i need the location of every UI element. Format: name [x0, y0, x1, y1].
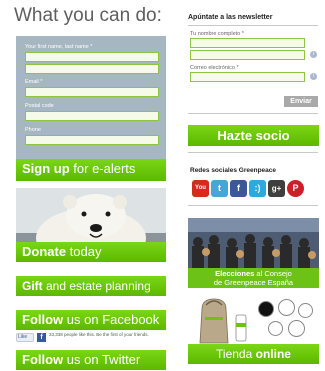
hi5-icon[interactable]: :) — [249, 180, 266, 197]
first-name-field[interactable] — [25, 52, 159, 62]
follow-twitter-rest: us on Twitter — [63, 352, 141, 367]
phone-label: Phone — [25, 127, 41, 133]
full-name-field-1[interactable] — [190, 38, 305, 48]
tienda-bold: online — [255, 347, 291, 361]
newsletter-title: Apúntate a las newsletter — [188, 14, 273, 21]
like-button[interactable]: Like — [16, 333, 34, 342]
follow-facebook-rest: us on Facebook — [63, 312, 160, 327]
tienda-online-button[interactable]: Tienda online — [188, 344, 319, 364]
follow-twitter-bold: Follow — [22, 352, 64, 367]
divider — [188, 25, 318, 26]
email-label: Correo electrónico * — [190, 65, 239, 71]
email-field[interactable] — [190, 72, 305, 82]
follow-facebook-button[interactable]: Follow us on Facebook — [16, 310, 166, 330]
hazte-socio-button[interactable]: Hazte socio — [188, 125, 319, 146]
elecciones-line1: al Consejo — [254, 269, 292, 278]
social-networks-title: Redes sociales Greenpeace — [190, 167, 276, 174]
full-name-field-2[interactable] — [190, 50, 305, 60]
divider — [188, 205, 318, 206]
elecciones-banner[interactable]: Elecciones al Consejo de Greenpeace Espa… — [188, 218, 319, 288]
facebook-like-widget: Like f 33,338 people like this. Be the f… — [16, 331, 166, 344]
follow-twitter-button[interactable]: Follow us on Twitter — [16, 350, 166, 370]
tienda-online-banner[interactable]: Tienda online — [188, 295, 319, 367]
twitter-icon[interactable]: t — [211, 180, 228, 197]
full-name-label: Tu nombre completo * — [190, 31, 244, 37]
google-plus-icon[interactable]: g+ — [268, 180, 285, 197]
submit-button[interactable]: Enviar — [284, 96, 318, 107]
left-column: What you can do: Your first name, last n… — [14, 0, 168, 371]
divider — [188, 152, 318, 153]
signup-rest: for e-alerts — [69, 161, 136, 176]
elecciones-bold: Elecciones — [215, 269, 255, 278]
email-field[interactable] — [25, 87, 159, 97]
right-column: Apúntate a las newsletter Tu nombre comp… — [186, 0, 325, 371]
phone-field[interactable] — [25, 135, 159, 145]
signup-button[interactable]: Sign up for e-alerts — [16, 159, 166, 181]
follow-facebook-bold: Follow — [22, 312, 64, 327]
sticker-badge — [268, 321, 283, 336]
elecciones-line2: de Greenpeace España — [213, 278, 294, 287]
gift-rest: and estate planning — [42, 279, 151, 293]
sticker-badge — [288, 320, 305, 337]
like-button-label: Like — [18, 334, 28, 340]
sticker-badge — [298, 303, 313, 318]
info-icon[interactable]: i — [310, 73, 317, 80]
donate-rest: today — [66, 244, 102, 259]
like-count-text: 33,338 people like this. Be the first of… — [49, 332, 149, 337]
postal-code-label: Postal code — [25, 103, 54, 109]
sticker-badge — [278, 299, 295, 316]
donate-bold: Donate — [22, 244, 67, 259]
section-heading: What you can do: — [14, 5, 162, 26]
pinterest-icon[interactable]: P — [287, 180, 304, 197]
tienda-normal: Tienda — [216, 347, 256, 361]
facebook-icon[interactable]: f — [230, 180, 247, 197]
crowd-photo — [188, 218, 319, 270]
divider — [188, 113, 318, 114]
gift-planning-button[interactable]: Gift and estate planning — [16, 276, 166, 296]
name-label: Your first name, last name * — [25, 44, 93, 50]
email-label: Email * — [25, 79, 43, 85]
gift-bold: Gift — [22, 279, 43, 293]
signup-bold: Sign up — [22, 161, 70, 176]
donate-button[interactable]: Donate today — [16, 242, 166, 262]
postal-code-field[interactable] — [25, 111, 159, 121]
youtube-icon[interactable]: You — [192, 180, 209, 197]
elecciones-caption: Elecciones al Consejo de Greenpeace Espa… — [188, 268, 319, 288]
last-name-field[interactable] — [25, 64, 159, 74]
sticker-badge — [258, 301, 274, 317]
facebook-icon: f — [37, 333, 46, 342]
info-icon[interactable]: i — [310, 51, 317, 58]
